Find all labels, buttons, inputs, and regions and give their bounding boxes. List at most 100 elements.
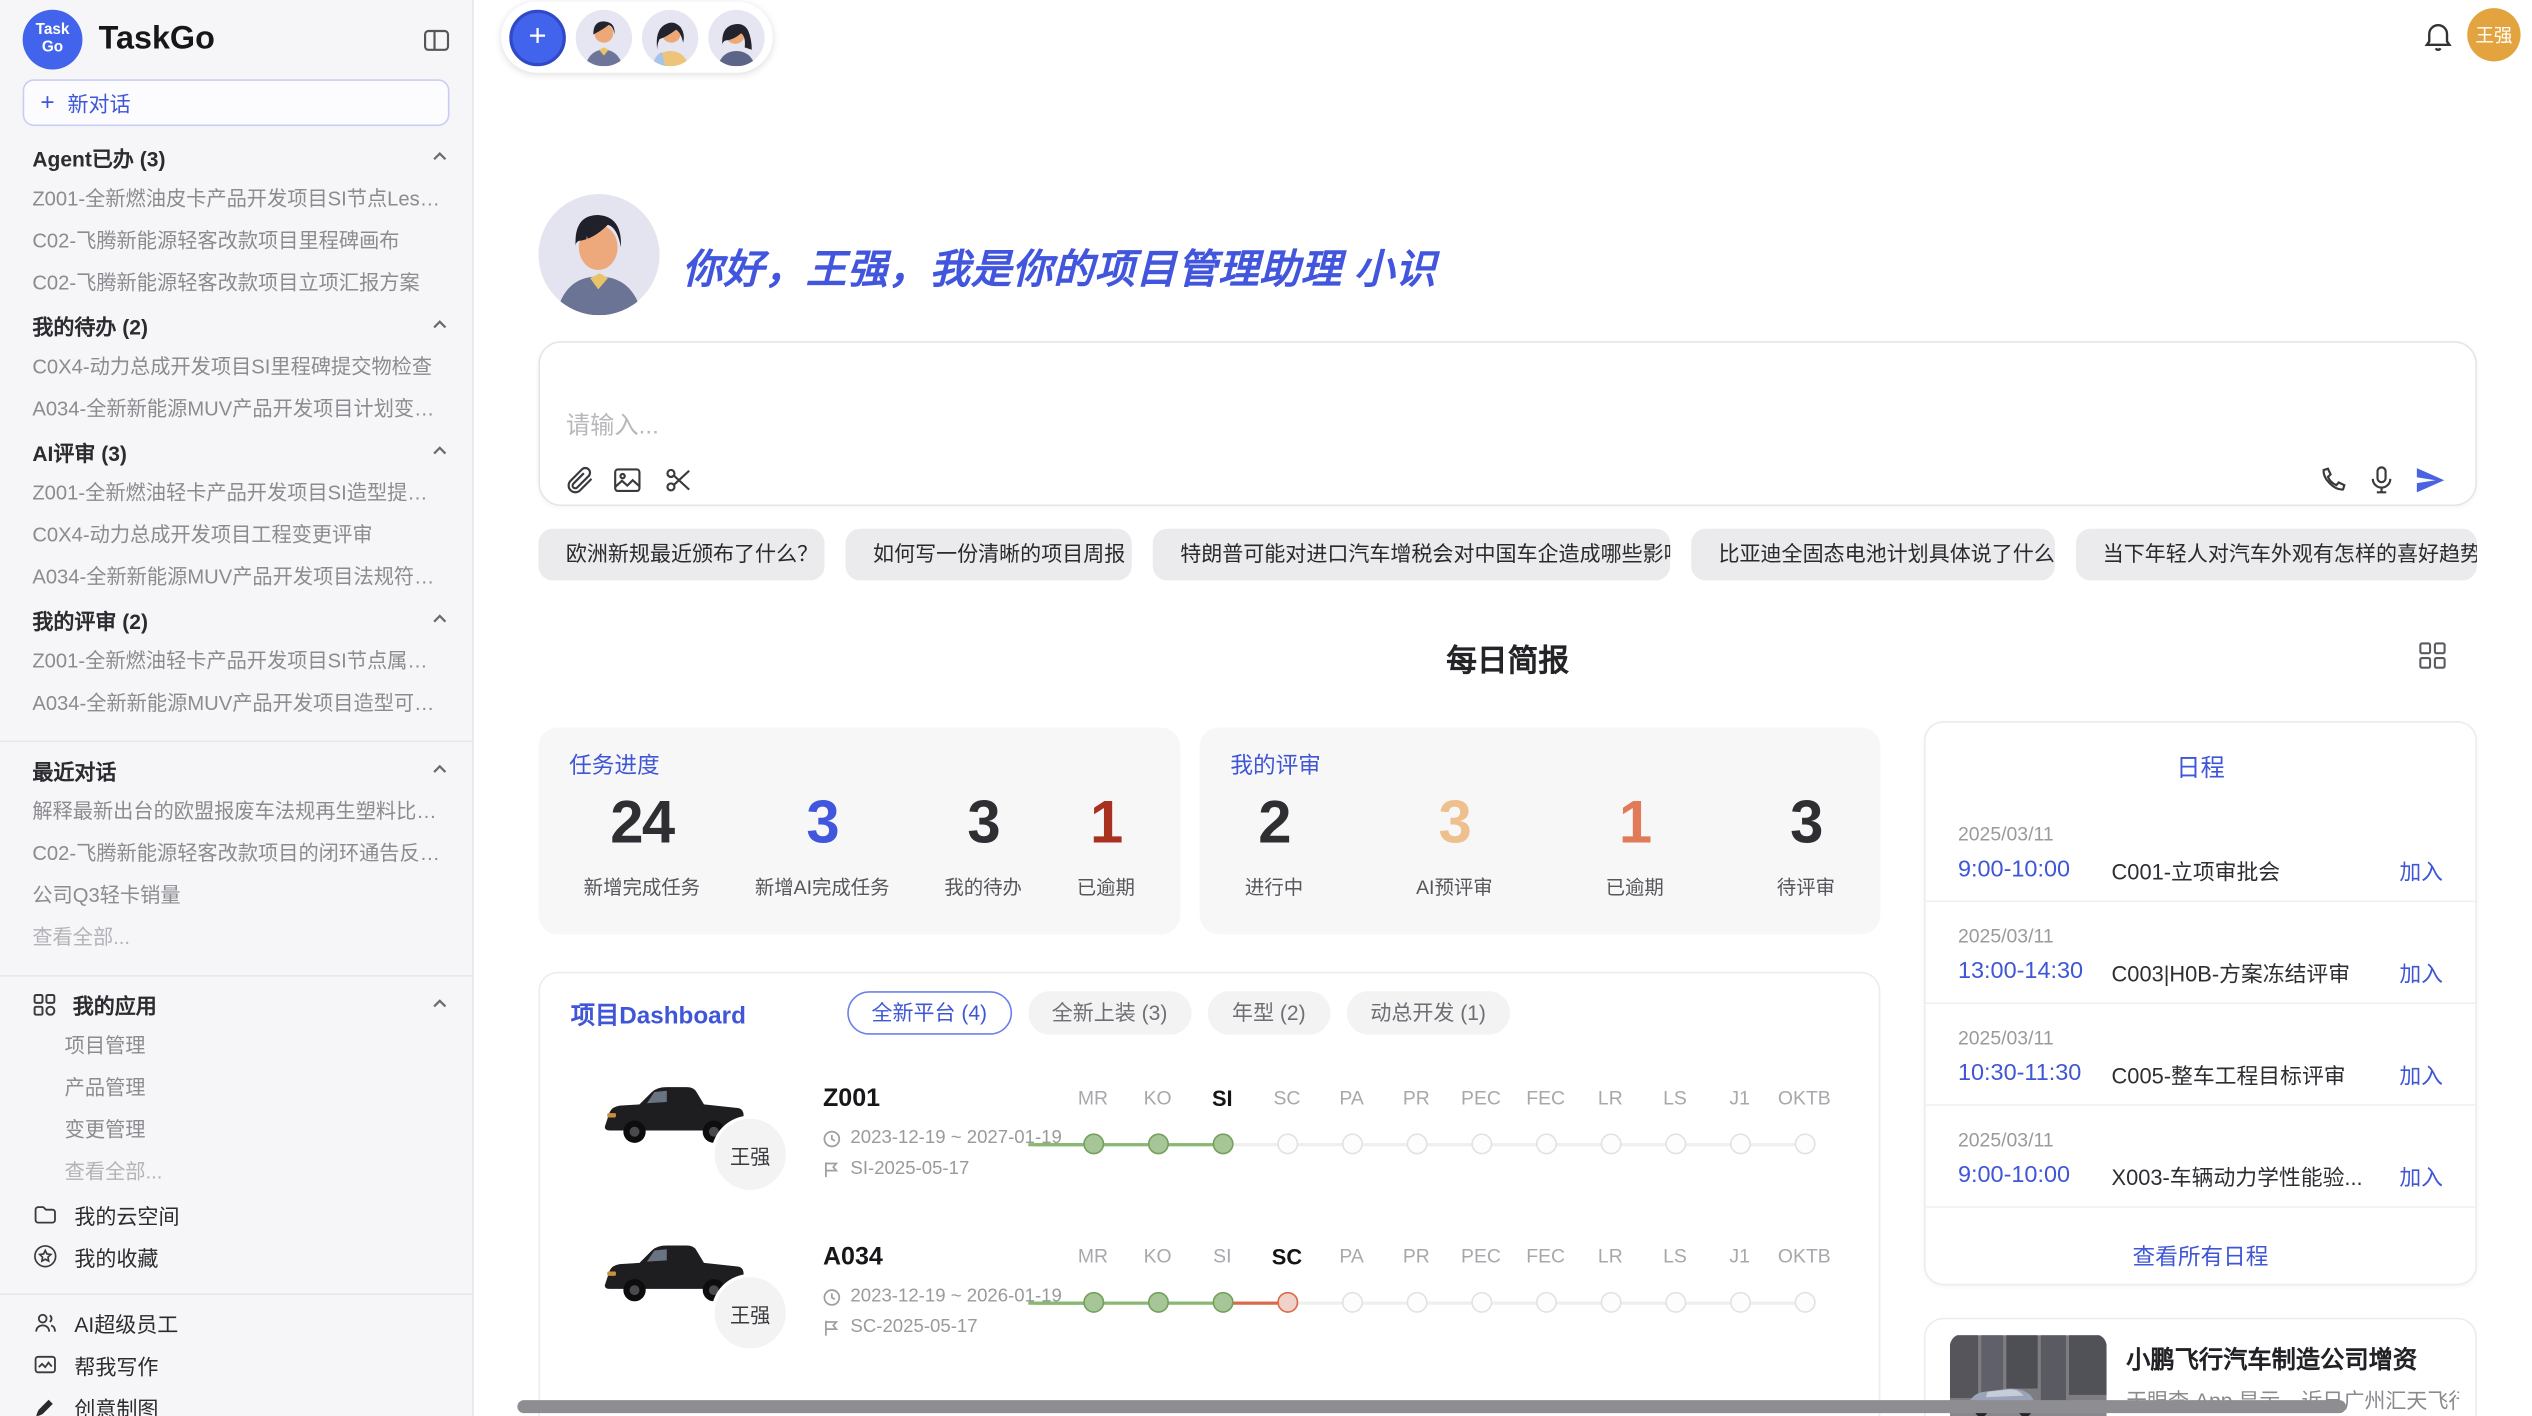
tab-new-platform[interactable]: 全新平台 (4)	[847, 991, 1011, 1035]
tab-powertrain[interactable]: 动总开发 (1)	[1346, 991, 1510, 1035]
sidebar-nav: Agent已办 (3) Z001-全新燃油皮卡产品开发项目SI节点Lesson …	[0, 136, 472, 1416]
sidebar-item[interactable]: Z001-全新燃油轻卡产品开发项目SI节点属性5D文件评审	[0, 640, 472, 682]
schedule-list: 2025/03/11 9:00-10:00 C001-立项审批会 加入 2025…	[1926, 800, 2476, 1207]
horizontal-scrollbar[interactable]	[517, 1400, 2346, 1413]
bell-icon[interactable]	[2420, 18, 2456, 54]
cloud-space-label: 我的云空间	[74, 1199, 179, 1230]
milestone: PA	[1319, 1067, 1384, 1154]
milestone-dot	[1794, 1292, 1815, 1313]
view-all-apps-link[interactable]: 查看全部...	[0, 1151, 472, 1193]
event-time: 13:00-14:30	[1958, 959, 2112, 985]
avatar[interactable]	[708, 9, 765, 66]
section-my-todo[interactable]: 我的待办 (2)	[0, 304, 472, 346]
project-dashboard: 项目Dashboard 全新平台 (4) 全新上装 (3) 年型 (2) 动总开…	[538, 972, 1880, 1416]
sidebar-item-creative-draw[interactable]: 创意制图	[0, 1386, 472, 1416]
section-my-apps[interactable]: 我的应用	[0, 983, 472, 1025]
schedule-event: 2025/03/11 9:00-10:00 C001-立项审批会 加入	[1926, 800, 2476, 902]
avatar[interactable]	[576, 9, 633, 66]
sidebar-item[interactable]: C0X4-动力总成开发项目SI里程碑提交物检查	[0, 346, 472, 388]
tab-new-upfit[interactable]: 全新上装 (3)	[1028, 991, 1192, 1035]
chevron-up-icon	[430, 760, 449, 779]
task-progress-card: 任务进度 24新增完成任务 3新增AI完成任务 3我的待办 1已逾期	[538, 728, 1180, 935]
view-all-schedule-link[interactable]: 查看所有日程	[1926, 1240, 2476, 1272]
new-chat-button[interactable]: + 新对话	[23, 79, 450, 126]
grid-icon[interactable]	[2419, 642, 2446, 669]
milestone: KO	[1125, 1226, 1190, 1313]
app-item-change-mgmt[interactable]: 变更管理	[0, 1109, 472, 1151]
app-item-product-mgmt[interactable]: 产品管理	[0, 1067, 472, 1109]
suggestion-chip[interactable]: 如何写一份清晰的项目周报	[846, 529, 1132, 581]
project-name: A034	[823, 1243, 883, 1272]
sidebar-item[interactable]: Z001-全新燃油轻卡产品开发项目SI造型提交物评审	[0, 472, 472, 514]
project-row[interactable]: 王强 Z001 2023-12-19 ~ 2027-01-19 SI-2025-…	[540, 1067, 1879, 1225]
user-avatar[interactable]: 王强	[2467, 8, 2520, 61]
sidebar-item[interactable]: A034-全新新能源MUV产品开发项目计划变更表编写	[0, 388, 472, 430]
paperclip-icon[interactable]	[563, 464, 595, 496]
card-title: 任务进度	[569, 749, 660, 781]
view-all-chats-link[interactable]: 查看全部...	[0, 917, 472, 959]
milestone-dot	[1341, 1133, 1362, 1154]
join-link[interactable]: 加入	[2399, 956, 2443, 988]
ai-staff-label: AI超级员工	[74, 1307, 178, 1338]
milestone: SI	[1190, 1226, 1255, 1313]
milestone-dot	[1212, 1292, 1233, 1313]
sidebar-item-ai-staff[interactable]: AI超级员工	[0, 1302, 472, 1344]
join-link[interactable]: 加入	[2399, 1057, 2443, 1089]
scissors-icon[interactable]	[663, 464, 695, 496]
card-title: 我的评审	[1230, 749, 1321, 781]
milestone: LR	[1578, 1226, 1643, 1313]
suggestion-chip[interactable]: 特朗普可能对进口汽车增税会对中国车企造成哪些影响	[1153, 529, 1670, 581]
milestone-dot	[1794, 1133, 1815, 1154]
suggestion-chip[interactable]: 比亚迪全固态电池计划具体说了什么	[1691, 529, 2054, 581]
suggestion-chip[interactable]: 当下年轻人对汽车外观有怎样的喜好趋势	[2075, 529, 2477, 581]
milestone-dot	[1535, 1133, 1556, 1154]
chat-input[interactable]: 请输入...	[538, 341, 2477, 506]
user-name: 王强	[2475, 22, 2512, 48]
sidebar-item[interactable]: Z001-全新燃油皮卡产品开发项目SI节点Lesson Learn报告	[0, 178, 472, 220]
section-recent-chats[interactable]: 最近对话	[0, 749, 472, 791]
recent-chat-item[interactable]: C02-飞腾新能源轻客改款项目的闭环通告反馈情况	[0, 833, 472, 875]
milestone: PR	[1384, 1067, 1449, 1154]
sidebar-item[interactable]: A034-全新新能源MUV产品开发项目法规符合性评审	[0, 556, 472, 598]
project-row[interactable]: 王强 A034 2023-12-19 ~ 2026-01-19 SC-2025-…	[540, 1226, 1879, 1384]
sidebar-item[interactable]: A034-全新新能源MUV产品开发项目造型可行性评审	[0, 682, 472, 724]
clock-icon	[823, 1129, 841, 1147]
avatar[interactable]	[642, 9, 699, 66]
chevron-up-icon	[430, 147, 449, 166]
sidebar-item[interactable]: C02-飞腾新能源轻客改款项目立项汇报方案	[0, 262, 472, 304]
section-agent-done[interactable]: Agent已办 (3)	[0, 136, 472, 178]
chevron-up-icon	[430, 441, 449, 460]
schedule-panel: 日程 2025/03/11 9:00-10:00 C001-立项审批会 加入 2…	[1924, 721, 2477, 1285]
add-session-button[interactable]: +	[509, 9, 566, 66]
image-icon[interactable]	[611, 464, 643, 496]
join-link[interactable]: 加入	[2399, 854, 2443, 886]
app-item-project-mgmt[interactable]: 项目管理	[0, 1025, 472, 1067]
sidebar-item-favorites[interactable]: 我的收藏	[0, 1235, 472, 1277]
sidebar-item-write-helper[interactable]: 帮我写作	[0, 1344, 472, 1386]
section-label: 我的待办 (2)	[32, 310, 148, 341]
join-link[interactable]: 加入	[2399, 1159, 2443, 1191]
section-ai-review[interactable]: AI评审 (3)	[0, 430, 472, 472]
milestone-overdue: SC	[1255, 1226, 1320, 1313]
mic-icon[interactable]	[2365, 464, 2397, 496]
send-icon[interactable]	[2414, 464, 2446, 496]
project-dates: 2023-12-19 ~ 2027-01-19	[823, 1129, 1062, 1148]
stat-ai-pre-review: 3AI预评审	[1416, 792, 1493, 900]
milestone-dot	[1470, 1292, 1491, 1313]
apps-grid-icon	[32, 992, 56, 1016]
recent-chat-item[interactable]: 公司Q3轻卡销量	[0, 875, 472, 917]
sidebar-item[interactable]: C0X4-动力总成开发项目工程变更评审	[0, 514, 472, 556]
recent-chat-item[interactable]: 解释最新出台的欧盟报废车法规再生塑料比例被调至15%...	[0, 791, 472, 833]
tab-model-year[interactable]: 年型 (2)	[1208, 991, 1330, 1035]
sidebar-item-cloud-space[interactable]: 我的云空间	[0, 1193, 472, 1235]
milestone: PA	[1319, 1226, 1384, 1313]
stat-new-done: 24新增完成任务	[584, 792, 700, 900]
phone-icon[interactable]	[2317, 464, 2349, 496]
sidebar-item[interactable]: C02-飞腾新能源轻客改款项目里程碑画布	[0, 220, 472, 262]
milestone-dot	[1729, 1292, 1750, 1313]
collapse-panel-icon[interactable]	[420, 23, 452, 55]
section-my-review[interactable]: 我的评审 (2)	[0, 598, 472, 640]
suggestion-chip[interactable]: 欧洲新规最近颁布了什么？	[538, 529, 824, 581]
app-logo: Task Go	[23, 10, 83, 70]
project-next-milestone: SC-2025-05-17	[823, 1318, 978, 1337]
